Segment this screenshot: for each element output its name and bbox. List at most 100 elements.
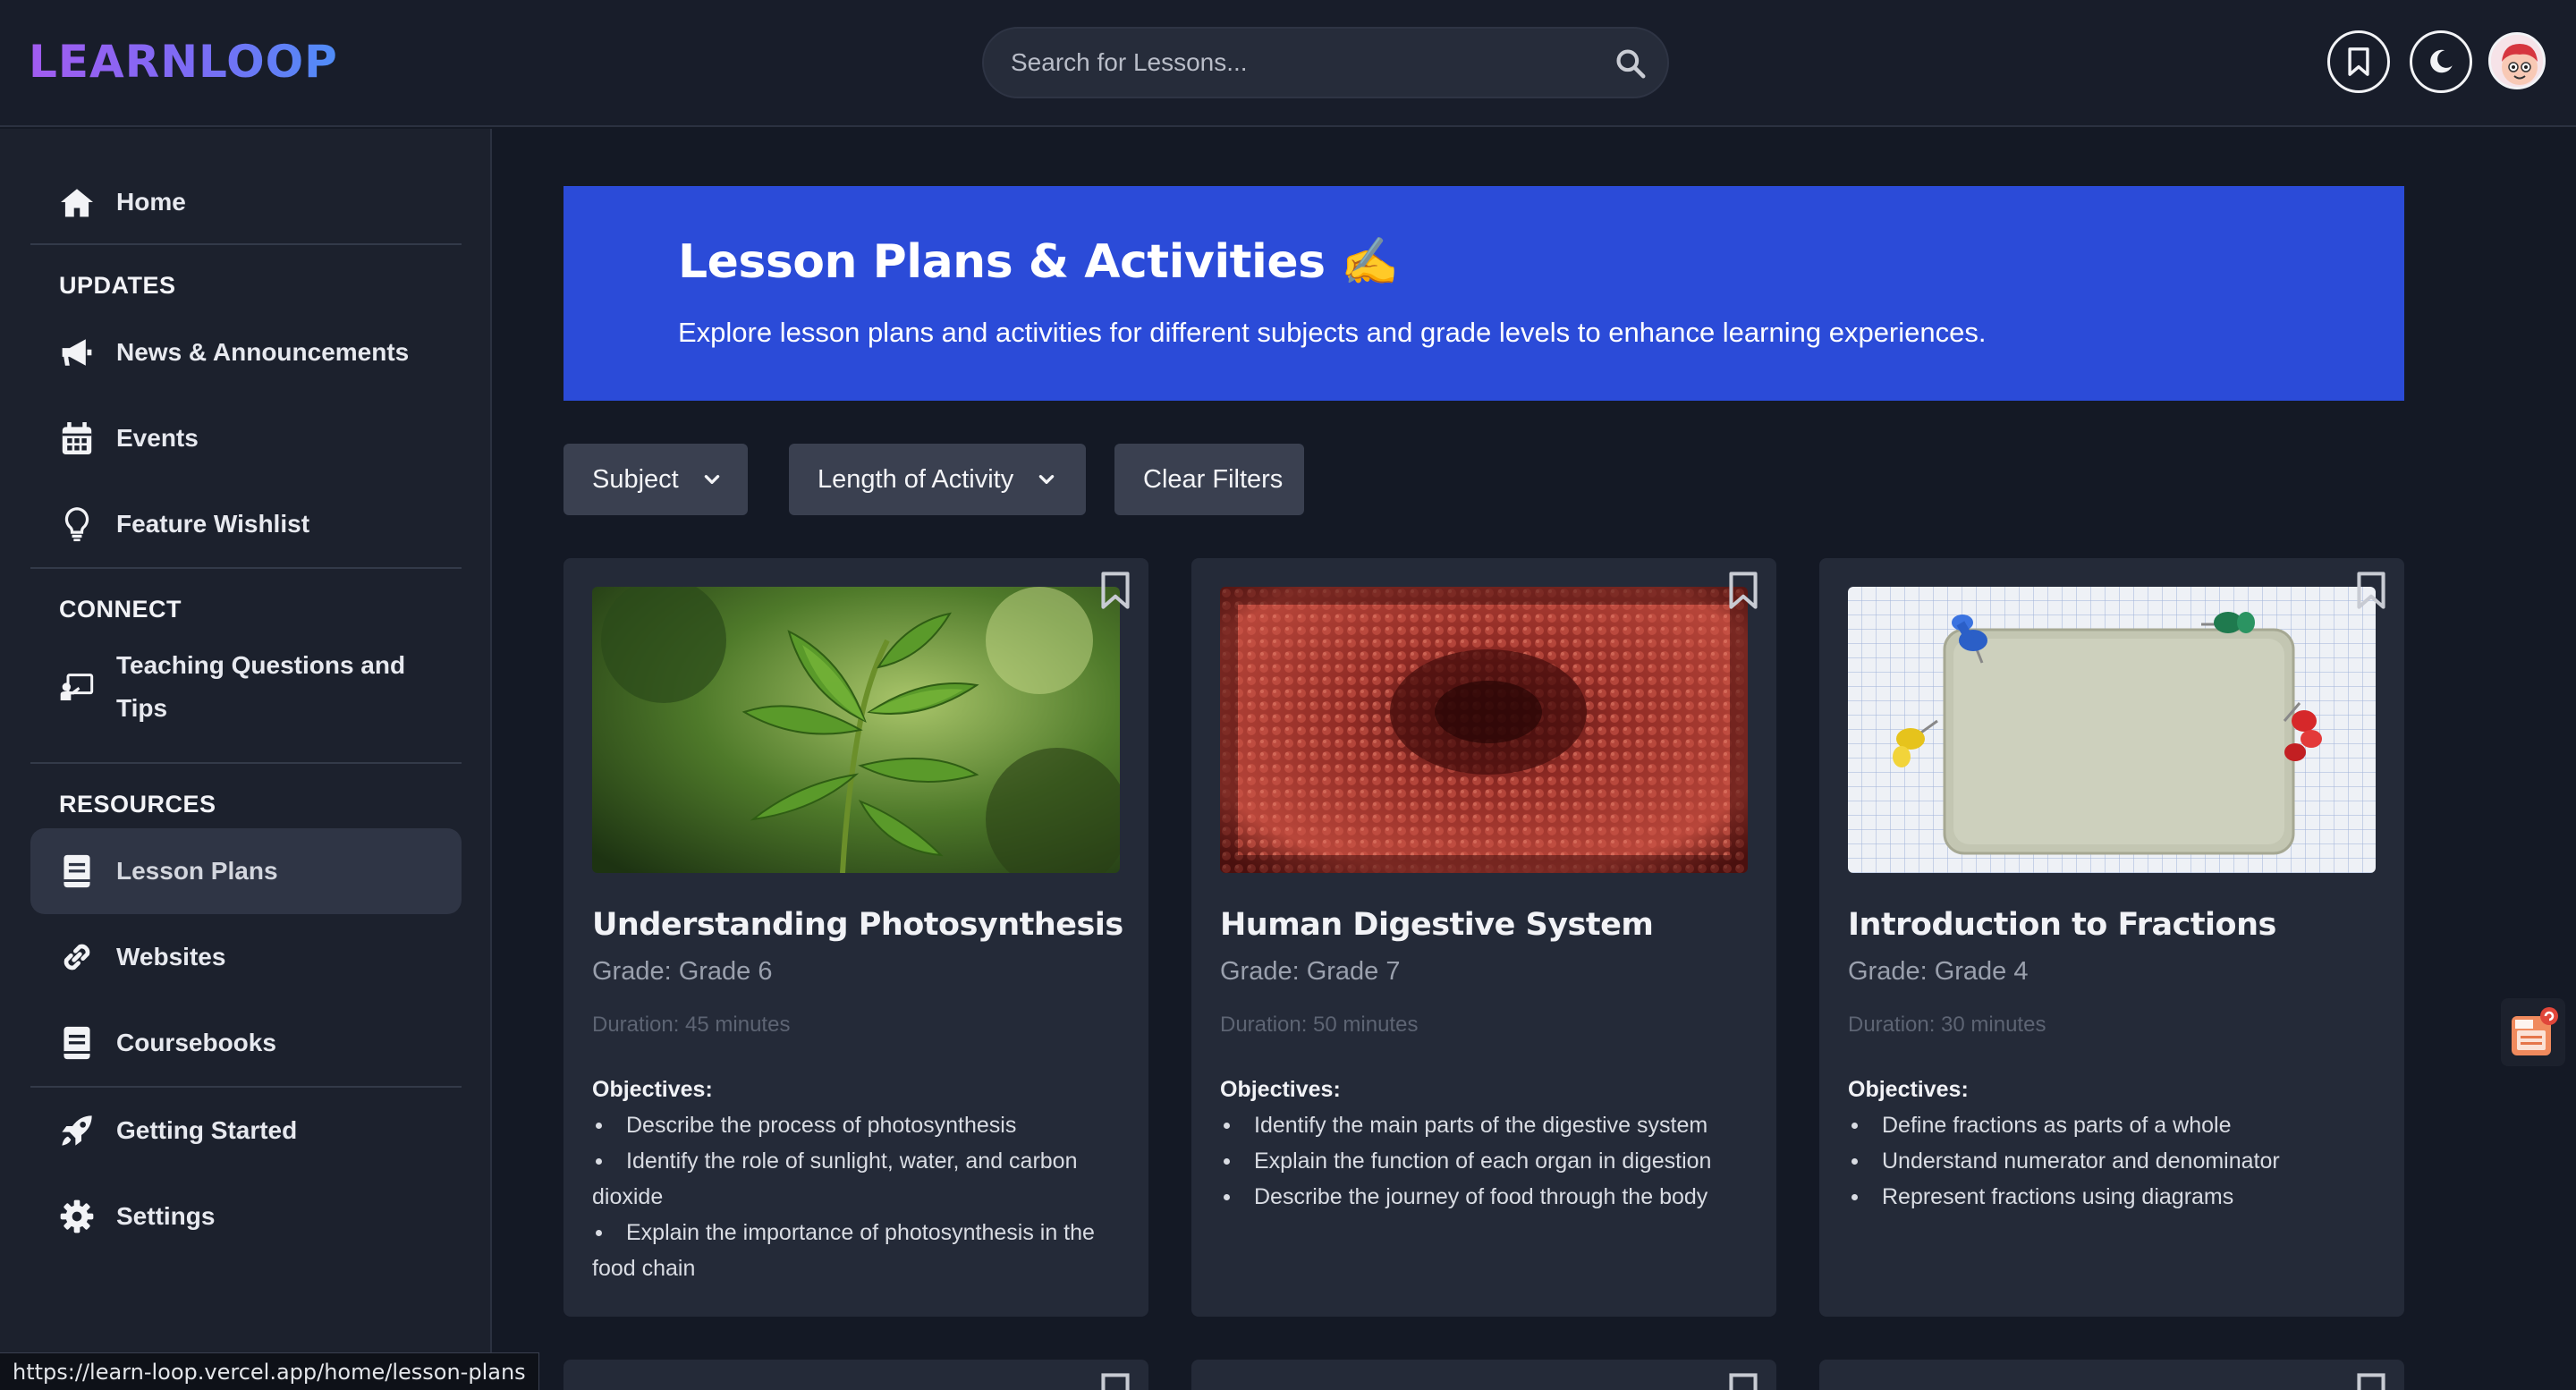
bookmark-icon[interactable] (1100, 1372, 1131, 1390)
hero-banner: Lesson Plans & Activities ✍️ Explore les… (564, 186, 2404, 401)
bookmark-icon[interactable] (1100, 571, 1131, 610)
top-bar: LEARNLOOP (0, 0, 2576, 127)
sidebar-item-label: Getting Started (116, 1116, 298, 1144)
lesson-card[interactable]: Introduction to Fractions Grade: Grade 4… (1819, 558, 2404, 1317)
filter-label: Subject (592, 464, 679, 494)
lesson-card-partial[interactable] (1819, 1360, 2404, 1390)
sidebar-item-feature-wishlist[interactable]: Feature Wishlist (30, 483, 462, 565)
sidebar-item-settings[interactable]: Settings (30, 1175, 462, 1258)
bookmark-icon (2348, 47, 2369, 76)
section-label-connect: CONNECT (59, 596, 182, 623)
lesson-card[interactable]: Human Digestive System Grade: Grade 7 Du… (1191, 558, 1776, 1317)
rocket-icon (57, 1111, 97, 1150)
objectives-heading: Objectives: (1848, 1077, 1969, 1102)
pdf-export-button[interactable] (2501, 998, 2565, 1066)
sidebar-item-label: Teaching Questions and Tips (116, 651, 406, 722)
sidebar-item-teaching-questions[interactable]: Teaching Questions and Tips (30, 635, 462, 739)
divider (30, 243, 462, 245)
lightbulb-icon (57, 504, 97, 544)
filter-label: Length of Activity (818, 464, 1014, 494)
list-item: Identify the main parts of the digestive… (1220, 1107, 1739, 1143)
page-title: Lesson Plans & Activities ✍️ (678, 235, 1399, 289)
sidebar-item-websites[interactable]: Websites (30, 916, 462, 998)
lesson-thumbnail-leaves (592, 587, 1120, 873)
moon-icon (2430, 49, 2453, 73)
lesson-grade: Grade: Grade 4 (1848, 957, 2029, 986)
list-item: Describe the journey of food through the… (1220, 1179, 1739, 1215)
chevron-down-icon (704, 475, 719, 484)
list-item: Explain the importance of photosynthesis… (592, 1215, 1111, 1286)
list-item: Represent fractions using diagrams (1848, 1179, 2367, 1215)
lesson-card-partial[interactable] (564, 1360, 1148, 1390)
sidebar-item-label: Coursebooks (116, 1029, 276, 1056)
sidebar-item-news[interactable]: News & Announcements (30, 311, 462, 394)
sidebar-item-getting-started[interactable]: Getting Started (30, 1089, 462, 1172)
sidebar-item-coursebooks[interactable]: Coursebooks (30, 1002, 462, 1084)
search-input[interactable] (1011, 29, 1583, 97)
gear-icon (57, 1197, 97, 1236)
lesson-thumbnail-pushpins (1848, 587, 2376, 873)
megaphone-icon (57, 333, 97, 372)
lesson-grade: Grade: Grade 7 (1220, 957, 1401, 986)
chevron-down-icon (1039, 475, 1055, 484)
home-icon (57, 182, 97, 222)
bookmarks-button[interactable] (2327, 30, 2390, 93)
calendar-icon (57, 419, 97, 458)
bookmark-icon[interactable] (2356, 1372, 2386, 1390)
logo[interactable]: LEARNLOOP (29, 36, 338, 88)
bookmark-icon[interactable] (1728, 1372, 1758, 1390)
lesson-plans-icon (57, 852, 97, 891)
page-subtitle: Explore lesson plans and activities for … (678, 317, 1987, 348)
lesson-title[interactable]: Human Digestive System (1220, 907, 1654, 943)
lesson-duration: Duration: 50 minutes (1220, 1013, 1419, 1037)
length-filter-dropdown[interactable]: Length of Activity (789, 444, 1086, 515)
list-item: Define fractions as parts of a whole (1848, 1107, 2367, 1143)
lesson-duration: Duration: 45 minutes (592, 1013, 791, 1037)
sidebar-item-label: Home (116, 188, 186, 216)
objectives-list: Describe the process of photosynthesis I… (592, 1107, 1111, 1286)
avatar[interactable] (2488, 32, 2546, 89)
sidebar-item-label: Events (116, 424, 199, 452)
sidebar-item-label: Websites (116, 943, 226, 970)
link-icon (57, 937, 97, 977)
divider (30, 1086, 462, 1088)
search-icon[interactable] (1614, 47, 1648, 81)
sidebar-item-lesson-plans[interactable]: Lesson Plans (30, 828, 462, 914)
lesson-duration: Duration: 30 minutes (1848, 1013, 2046, 1037)
lesson-card-partial[interactable] (1191, 1360, 1776, 1390)
section-label-updates: UPDATES (59, 272, 176, 299)
lesson-grade: Grade: Grade 6 (592, 957, 773, 986)
link-status-bar: https://learn-loop.vercel.app/home/lesso… (0, 1352, 539, 1390)
sidebar: Home UPDATES News & Announcements Events… (0, 129, 492, 1390)
lesson-title[interactable]: Introduction to Fractions (1848, 907, 2276, 943)
sidebar-item-home[interactable]: Home (30, 161, 462, 243)
objectives-heading: Objectives: (1220, 1077, 1341, 1102)
list-item: Explain the function of each organ in di… (1220, 1143, 1739, 1179)
subject-filter-dropdown[interactable]: Subject (564, 444, 748, 515)
objectives-list: Define fractions as parts of a whole Und… (1848, 1107, 2367, 1215)
sidebar-item-label: Lesson Plans (116, 857, 278, 885)
chalkboard-teacher-icon (57, 667, 97, 707)
bookmark-icon[interactable] (1728, 571, 1758, 610)
search-bar[interactable] (982, 27, 1669, 98)
list-item: Describe the process of photosynthesis (592, 1107, 1111, 1143)
lesson-card[interactable]: Understanding Photosynthesis Grade: Grad… (564, 558, 1148, 1317)
divider (30, 567, 462, 569)
objectives-heading: Objectives: (592, 1077, 713, 1102)
lesson-title[interactable]: Understanding Photosynthesis (592, 907, 1123, 943)
sidebar-item-label: Settings (116, 1202, 216, 1230)
sidebar-item-label: Feature Wishlist (116, 510, 310, 538)
book-icon (57, 1023, 97, 1063)
pdf-icon (2512, 1007, 2558, 1055)
sidebar-item-label: News & Announcements (116, 338, 410, 366)
theme-toggle-button[interactable] (2410, 30, 2472, 93)
lesson-thumbnail-intestine (1220, 587, 1748, 873)
bookmark-icon[interactable] (2356, 571, 2386, 610)
sidebar-item-events[interactable]: Events (30, 397, 462, 479)
clear-filters-button[interactable]: Clear Filters (1114, 444, 1304, 515)
objectives-list: Identify the main parts of the digestive… (1220, 1107, 1739, 1215)
avatar-image (2491, 35, 2543, 87)
section-label-resources: RESOURCES (59, 791, 216, 818)
list-item: Understand numerator and denominator (1848, 1143, 2367, 1179)
list-item: Identify the role of sunlight, water, an… (592, 1143, 1111, 1215)
